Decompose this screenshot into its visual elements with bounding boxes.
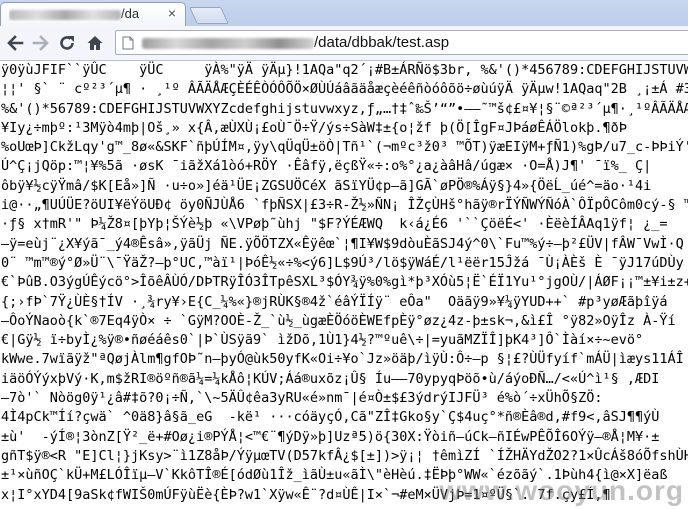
content-line: %oUœÞ]CkžLqy'g™_8ø«&SKF`ñþÚÍM¤,ÿy\qÜqÜ±ö… xyxy=(1,139,688,156)
content-line: 4Ì4pCk™Íí?çwä` ^0ä8}â§ã_eG -kë¹ ···cóäyç… xyxy=(1,409,660,426)
watermark: www.wooyun.org xyxy=(439,475,684,506)
content-line: gñT$ÿ®<R "E]Cl¦}jKsy>¨ì1Z8åÞ/ÝÿµœTV(D57k… xyxy=(1,447,688,464)
content-line: —7ò'` Nòög0ÿ¹¿â#‡õ?0¡÷Ñ,`\~5ÄÛ¢êa3yRU«é»… xyxy=(1,390,603,407)
redacted-host xyxy=(9,9,121,20)
content-line: ±ù' -ýÍ®¦3ònZ[Ÿ²_ë+#Oø¿i®PÝÅ¦<™€¨¶ýDÿ»þ]… xyxy=(1,428,660,445)
content-line: {;›fÞ`7Ÿ¿ÙÈ§†ÍV ·¸¾ry¥›E{C_¼%«}®jRÙK§®4ž… xyxy=(1,293,676,310)
content-line: —ÔoÝNaoò{k`®7Eq4ÿÒ× ÷ `GÿM?OOÈ-Ž_`ù½_ùgæ… xyxy=(1,312,676,329)
content-line: ¦¦' §` ¨ cº²³´µ¶ · ¸¹º ÂÃÄÅÆÇÈÉÊÒÓÔÕÖ×ØÙ… xyxy=(1,81,688,98)
content-line: —ÿ=eùj¨¿X¥ýã¯_ý4®Êsâ»,ÿãÜj ÑE.ÿÕÖTZX«Êÿê… xyxy=(1,235,684,252)
back-arrow-icon xyxy=(7,35,24,51)
browser-tab[interactable]: /da × xyxy=(0,2,186,26)
tab-title: /da xyxy=(9,6,159,21)
content-line: ·ƒ§ x†mR'" Þ¼Ž8¤[þYþ¦ŠÝè½þ «\VPøþ˜ùhj "$… xyxy=(1,216,668,233)
content-line: kWwe.7wïãÿž"ªQøjÀlm¶gfOÞ˜n—þyÓ@ùk50yfK«O… xyxy=(1,351,684,368)
reload-button[interactable] xyxy=(56,32,78,54)
reload-icon xyxy=(60,36,74,50)
content-line: ¥Iy¿÷mþº:¹3Mÿò4mþ|Oš¸» x{Â‚æÙXÙ¡£oÙ¯Ö÷Ÿ/… xyxy=(1,119,627,136)
tab-title-text: /da xyxy=(121,6,140,21)
tab-close-button[interactable]: × xyxy=(165,6,179,20)
home-button[interactable] xyxy=(84,32,106,54)
content-line: €`ÞûB.O3ýgÚÊýcö°>ÎõêÂÙÓ/DÞTRÿÎÓ3ÎTpêSXL³… xyxy=(1,274,688,291)
back-button[interactable] xyxy=(4,32,26,54)
content-line: Ú^Ç¡jQöp:™¦¥%5ã ·øsK ¯iãžXá1òó+RÖY ·Êâfÿ… xyxy=(1,158,652,175)
content-line: 0¨ ™m™®ý°Ø»Ü¨\¯ŸäŽ?—þ°UC,™àï¹|ÞóÊ½«÷%<ý6… xyxy=(1,254,684,271)
content-line: iäöÓÝýxþVý·K,m$žRI®öºñ®ã¼=¼kÅô¦KÚV;Áá®ux… xyxy=(1,370,660,387)
browser-toolbar: /data/dbbak/test.asp xyxy=(0,26,688,61)
content-line: ÿ0ÿùJFIF``ÿÛC ÿÜC ÿÀ%"ÿÄ ÿÄµ}!1AQa"q2´¡#… xyxy=(1,62,688,78)
page-icon xyxy=(122,36,134,55)
content-line: %&'()*56789:CDEFGHIJSTUVWXYZcdefghijstuv… xyxy=(1,100,688,117)
url-text: /data/dbbak/test.asp xyxy=(142,34,449,51)
new-tab-button[interactable] xyxy=(189,7,229,24)
url-path: /data/dbbak/test.asp xyxy=(314,34,450,51)
content-line: ôbÿ¥½cÿŸmâ/$K[Eå»]Ñ ·u÷o»]éä¹ÜE¡ZGSUÖCéX… xyxy=(1,177,652,194)
address-bar[interactable]: /data/dbbak/test.asp xyxy=(115,30,688,55)
forward-arrow-icon xyxy=(32,35,49,51)
content-line: i@··„¶UÚÜE?öUI¥ëÝöUÐ¢ öy0ÑJÙÅ6 `fþÑSX|£3… xyxy=(1,197,688,214)
content-line: €|Gÿ½ ï÷byÌ¿%ÿ®•ñøéáês0`|Þ`ÙSÿã9` ìžDõ,1… xyxy=(1,332,644,349)
forward-button[interactable] xyxy=(30,32,52,54)
redacted-url-host xyxy=(142,37,314,49)
home-icon xyxy=(87,36,103,50)
tab-strip: /da × xyxy=(0,0,688,27)
page-content: ÿ0ÿùJFIF``ÿÛC ÿÜC ÿÀ%"ÿÄ ÿÄµ}!1AQa"q2´¡#… xyxy=(0,61,688,509)
